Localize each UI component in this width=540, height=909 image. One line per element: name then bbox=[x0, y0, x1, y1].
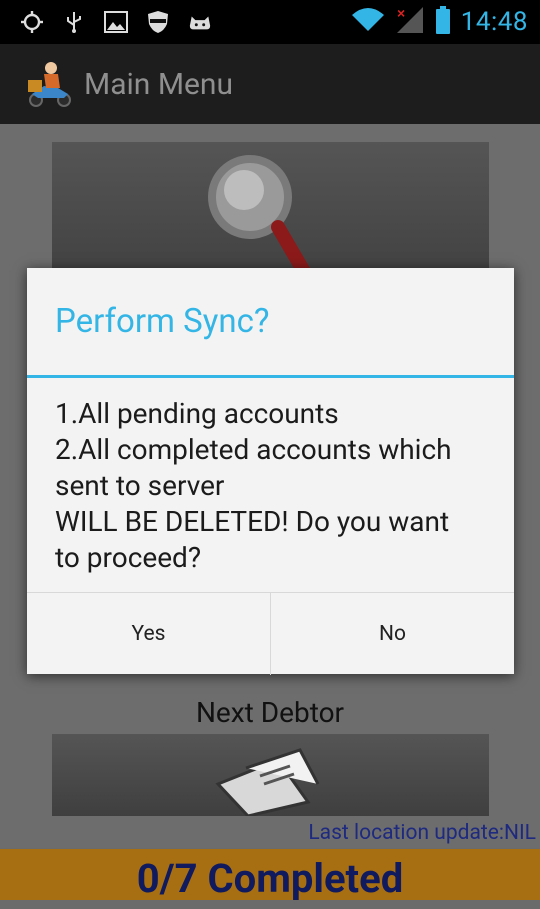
dialog-message-line: WILL BE DELETED! Do you want bbox=[55, 505, 450, 538]
dialog-button-row: Yes No bbox=[27, 592, 514, 675]
yes-button[interactable]: Yes bbox=[27, 593, 270, 675]
status-time: 14:48 bbox=[460, 7, 528, 37]
dialog-message-line: sent to server bbox=[55, 469, 225, 502]
dialog-message: 1.All pending accounts 2.All completed a… bbox=[55, 396, 495, 576]
last-location-text: Last location update:NIL bbox=[308, 821, 536, 845]
document-icon bbox=[208, 744, 328, 820]
game-controller-icon bbox=[188, 10, 212, 34]
svg-text:×: × bbox=[397, 6, 405, 21]
status-bar: × 14:48 bbox=[0, 0, 540, 44]
no-button[interactable]: No bbox=[270, 593, 514, 675]
shield-icon bbox=[146, 10, 170, 34]
signal-icon: × bbox=[395, 5, 425, 38]
delivery-scooter-icon[interactable] bbox=[24, 58, 76, 110]
progress-bar: 0/7 Completed bbox=[0, 849, 540, 902]
sync-dialog: Perform Sync? 1.All pending accounts 2.A… bbox=[27, 268, 514, 675]
action-bar-title: Main Menu bbox=[84, 66, 234, 102]
image-icon bbox=[104, 10, 128, 34]
next-debtor-label: Next Debtor bbox=[195, 696, 345, 729]
dialog-message-line: 2.All completed accounts which bbox=[55, 433, 452, 466]
dialog-message-line: to proceed? bbox=[55, 541, 202, 574]
dialog-title: Perform Sync? bbox=[55, 302, 270, 341]
action-bar: Main Menu bbox=[0, 44, 540, 124]
completed-count: 0/7 Completed bbox=[136, 855, 404, 902]
usb-icon bbox=[62, 10, 86, 34]
document-tile[interactable] bbox=[52, 734, 489, 818]
gps-icon bbox=[20, 10, 44, 34]
wifi-icon bbox=[351, 7, 385, 37]
dialog-message-line: 1.All pending accounts bbox=[55, 397, 339, 430]
battery-icon bbox=[435, 6, 451, 38]
dialog-divider bbox=[27, 375, 514, 378]
